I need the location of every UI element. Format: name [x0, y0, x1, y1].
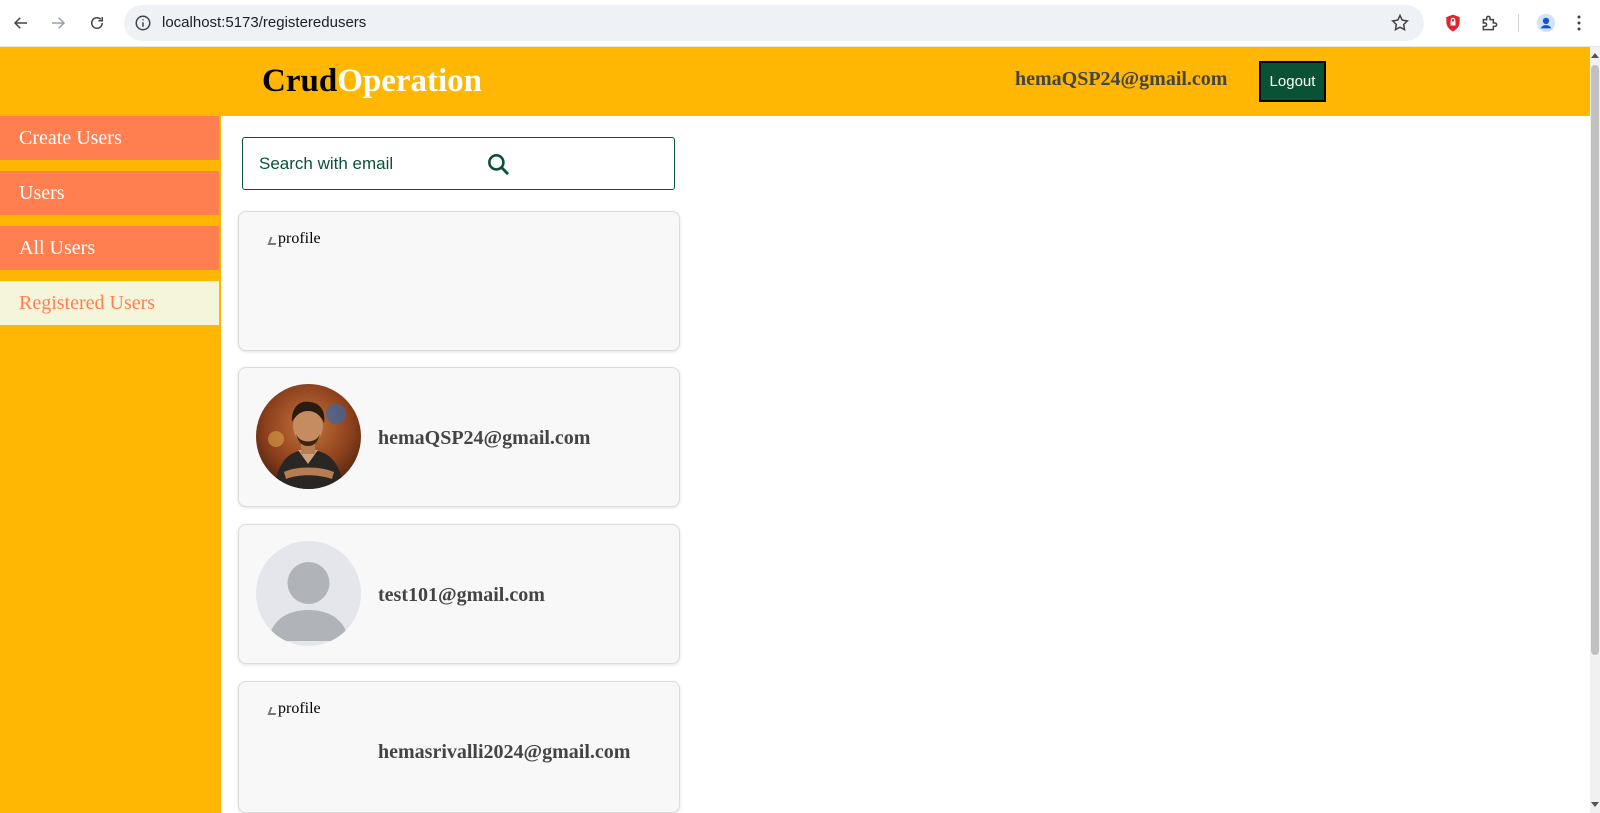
- reload-icon: [91, 17, 103, 29]
- back-button[interactable]: [8, 10, 34, 36]
- profile-photo: [256, 384, 361, 489]
- search-input[interactable]: Search with email: [242, 137, 675, 190]
- page-scrollbar[interactable]: [1590, 47, 1600, 813]
- broken-image-icon: [267, 237, 279, 245]
- sidebar-item-users[interactable]: Users: [0, 171, 219, 215]
- browser-toolbar: localhost:5173/registeredusers: [0, 0, 1600, 47]
- search-placeholder: Search with email: [259, 154, 394, 173]
- bookmark-star-icon[interactable]: [1390, 13, 1410, 33]
- user-card[interactable]: test101@gmail.com: [238, 524, 680, 664]
- menu-kebab-icon: [1577, 15, 1581, 31]
- sidebar-item-create-users[interactable]: Create Users: [0, 116, 219, 160]
- shield-extension-icon: [1446, 14, 1460, 32]
- toolbar-divider: [1518, 14, 1519, 32]
- user-email: hemaQSP24@gmail.com: [378, 427, 591, 449]
- user-card[interactable]: profile: [238, 211, 680, 351]
- user-card[interactable]: hemaQSP24@gmail.com: [238, 367, 680, 507]
- logout-button[interactable]: Logout: [1259, 61, 1326, 102]
- user-card[interactable]: profile hemasrivalli2024@gmail.com: [238, 681, 680, 813]
- scrollbar-thumb[interactable]: [1591, 65, 1599, 655]
- back-arrow-icon: [13, 17, 27, 29]
- extensions-puzzle-icon: [1482, 15, 1498, 31]
- extensions-button[interactable]: [1479, 12, 1501, 34]
- search-icon[interactable]: [485, 151, 511, 177]
- user-email: test101@gmail.com: [378, 584, 545, 606]
- sidebar: Create Users Users All Users Registered …: [0, 116, 221, 813]
- user-email: hemasrivalli2024@gmail.com: [378, 741, 631, 763]
- shield-extension-button[interactable]: [1442, 12, 1464, 34]
- address-bar[interactable]: localhost:5173/registeredusers: [124, 5, 1424, 41]
- app-header: CrudOperation hemaQSP24@gmail.com Logout: [0, 47, 1590, 116]
- profile-icon: [1536, 13, 1556, 33]
- brand-text-crud: Crud: [262, 63, 338, 99]
- broken-profile-image: profile: [267, 230, 321, 248]
- sidebar-item-registered-users[interactable]: Registered Users: [0, 281, 219, 325]
- browser-menu-button[interactable]: [1572, 12, 1586, 34]
- forward-button[interactable]: [45, 10, 71, 36]
- reload-button[interactable]: [84, 10, 110, 36]
- avatar: [256, 384, 361, 489]
- url-text: localhost:5173/registeredusers: [162, 14, 367, 31]
- scroll-down-arrow-icon[interactable]: [1591, 802, 1599, 807]
- brand-logo[interactable]: CrudOperation: [262, 63, 482, 100]
- image-alt-text: profile: [278, 230, 321, 247]
- image-alt-text: profile: [278, 700, 321, 717]
- sidebar-item-all-users[interactable]: All Users: [0, 226, 219, 270]
- scroll-up-arrow-icon[interactable]: [1591, 53, 1599, 58]
- brand-text-operation: Operation: [337, 63, 483, 99]
- site-info-icon[interactable]: [134, 14, 152, 32]
- broken-profile-image: profile: [267, 700, 321, 718]
- forward-arrow-icon: [52, 17, 66, 29]
- default-avatar-icon: [256, 541, 361, 646]
- broken-image-icon: [267, 707, 279, 715]
- current-user-email: hemaQSP24@gmail.com: [1015, 68, 1228, 90]
- avatar: [256, 541, 361, 646]
- profile-button[interactable]: [1535, 12, 1557, 34]
